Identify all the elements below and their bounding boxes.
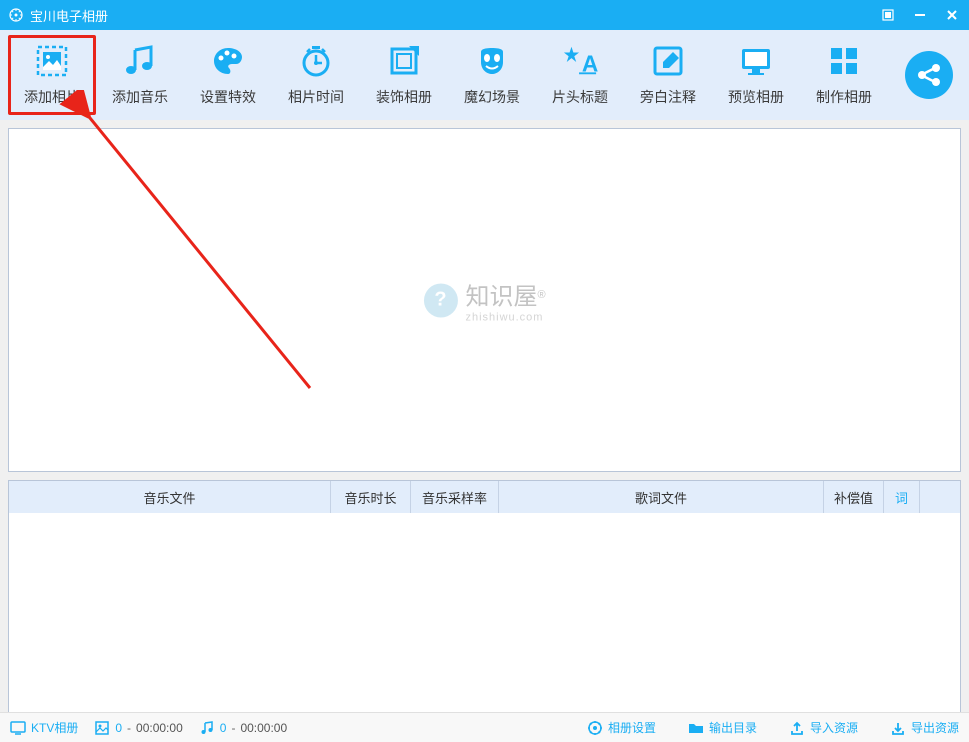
watermark-reg: ® — [537, 289, 545, 301]
music-duration: 00:00:00 — [240, 721, 287, 735]
watermark-badge-icon: ? — [423, 283, 457, 317]
clock-icon — [298, 43, 334, 79]
opening-title-button[interactable]: A 片头标题 — [536, 35, 624, 115]
gear-icon — [587, 720, 603, 736]
share-icon — [915, 61, 943, 89]
col-extra[interactable] — [920, 481, 960, 513]
toolbar-label: 魔幻场景 — [464, 87, 520, 107]
album-type-label: KTV相册 — [31, 719, 78, 736]
photo-count: 0 — [115, 721, 122, 735]
narration-note-button[interactable]: 旁白注释 — [624, 35, 712, 115]
statusbar: KTV相册 0 - 00:00:00 0 - 00:00:00 相册设置 输出目… — [0, 712, 969, 742]
toolbar-label: 装饰相册 — [376, 87, 432, 107]
album-settings-button[interactable]: 相册设置 — [587, 719, 656, 736]
toolbar: 添加相片 添加音乐 设置特效 相片时间 装饰相册 魔幻场景 A 片头标题 — [0, 30, 969, 120]
col-duration[interactable]: 音乐时长 — [331, 481, 411, 513]
music-area: 音乐文件 音乐时长 音乐采样率 歌词文件 补偿值 词 — [0, 480, 969, 714]
main-area: ? 知识屋® zhishiwu.com — [0, 120, 969, 480]
window-controls — [879, 6, 961, 24]
restore-button[interactable] — [879, 6, 897, 24]
app-icon — [8, 7, 24, 23]
toolbar-label: 添加相片 — [24, 87, 80, 107]
music-icon — [122, 43, 158, 79]
table-header: 音乐文件 音乐时长 音乐采样率 歌词文件 补偿值 词 — [9, 481, 960, 513]
settings-label: 相册设置 — [608, 719, 656, 736]
toolbar-label: 添加音乐 — [112, 87, 168, 107]
photo-panel[interactable]: ? 知识屋® zhishiwu.com — [8, 128, 961, 472]
minimize-button[interactable] — [911, 6, 929, 24]
album-type-status[interactable]: KTV相册 — [10, 719, 78, 736]
close-button[interactable] — [943, 6, 961, 24]
mask-icon — [474, 43, 510, 79]
toolbar-label: 片头标题 — [552, 87, 608, 107]
import-label: 导入资源 — [810, 719, 858, 736]
titlebar: 宝川电子相册 — [0, 0, 969, 30]
watermark: ? 知识屋® zhishiwu.com — [423, 277, 545, 324]
toolbar-label: 制作相册 — [816, 87, 872, 107]
music-count: 0 — [220, 721, 227, 735]
photo-count-status[interactable]: 0 - 00:00:00 — [94, 720, 182, 736]
add-photo-button[interactable]: 添加相片 — [8, 35, 96, 115]
toolbar-label: 设置特效 — [200, 87, 256, 107]
edit-icon — [650, 43, 686, 79]
folder-icon — [688, 720, 704, 736]
output-dir-button[interactable]: 输出目录 — [688, 719, 757, 736]
export-resource-button[interactable]: 导出资源 — [890, 719, 959, 736]
titlebar-title: 宝川电子相册 — [30, 6, 879, 25]
col-lyrics[interactable]: 词 — [884, 481, 920, 513]
image-icon — [34, 43, 70, 79]
col-sample-rate[interactable]: 音乐采样率 — [411, 481, 499, 513]
magic-scene-button[interactable]: 魔幻场景 — [448, 35, 536, 115]
toolbar-label: 旁白注释 — [640, 87, 696, 107]
image-small-icon — [94, 720, 110, 736]
star-a-icon: A — [562, 43, 598, 79]
grid-icon — [826, 43, 862, 79]
set-effects-button[interactable]: 设置特效 — [184, 35, 272, 115]
toolbar-label: 相片时间 — [288, 87, 344, 107]
col-music-file[interactable]: 音乐文件 — [9, 481, 331, 513]
photo-duration: 00:00:00 — [136, 721, 183, 735]
monitor-icon — [738, 43, 774, 79]
upload-icon — [789, 720, 805, 736]
download-icon — [890, 720, 906, 736]
table-body[interactable] — [9, 513, 960, 713]
toolbar-label: 预览相册 — [728, 87, 784, 107]
music-count-status[interactable]: 0 - 00:00:00 — [199, 720, 287, 736]
add-music-button[interactable]: 添加音乐 — [96, 35, 184, 115]
share-button[interactable] — [905, 51, 953, 99]
music-table: 音乐文件 音乐时长 音乐采样率 歌词文件 补偿值 词 — [8, 480, 961, 714]
watermark-url: zhishiwu.com — [465, 312, 545, 324]
watermark-text: 知识屋 — [465, 284, 537, 311]
preview-album-button[interactable]: 预览相册 — [712, 35, 800, 115]
photo-time-button[interactable]: 相片时间 — [272, 35, 360, 115]
create-album-button[interactable]: 制作相册 — [800, 35, 888, 115]
music-small-icon — [199, 720, 215, 736]
import-resource-button[interactable]: 导入资源 — [789, 719, 858, 736]
col-lyrics-file[interactable]: 歌词文件 — [499, 481, 824, 513]
frame-icon — [386, 43, 422, 79]
palette-icon — [210, 43, 246, 79]
monitor-small-icon — [10, 720, 26, 736]
export-label: 导出资源 — [911, 719, 959, 736]
decorate-album-button[interactable]: 装饰相册 — [360, 35, 448, 115]
col-compensation[interactable]: 补偿值 — [824, 481, 884, 513]
output-dir-label: 输出目录 — [709, 719, 757, 736]
